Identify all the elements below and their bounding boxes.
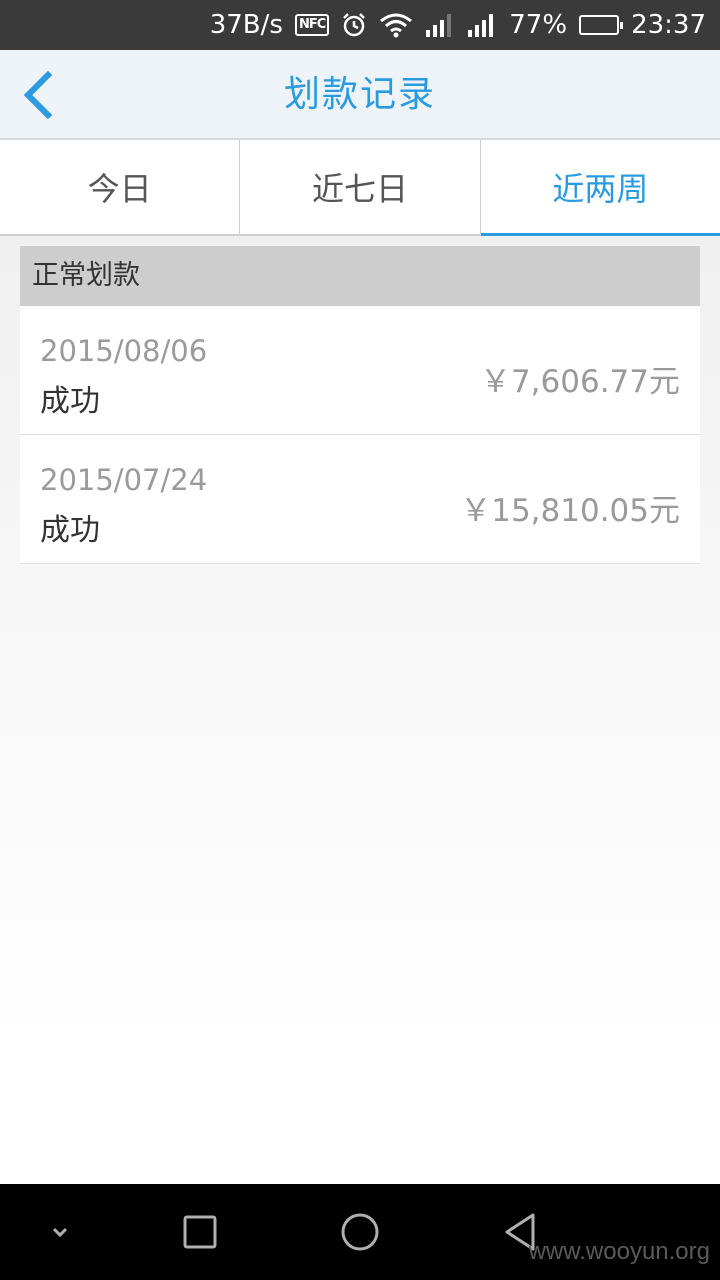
- record-amount: ￥7,606.77元: [479, 364, 680, 400]
- list-item[interactable]: 2015/08/06 成功 ￥7,606.77元: [20, 306, 700, 435]
- signal-icon: [467, 12, 497, 38]
- record-status: 成功: [40, 513, 100, 548]
- navigation-bar: www.wooyun.org: [0, 1184, 720, 1280]
- record-amount: ￥15,810.05元: [460, 493, 680, 529]
- section-header: 正常划款: [20, 246, 700, 306]
- network-speed: 37B/s: [209, 10, 283, 40]
- record-status: 成功: [40, 384, 100, 419]
- record-date: 2015/07/24: [40, 463, 208, 497]
- status-bar: 37B/s NFC 77% 23:37: [0, 0, 720, 50]
- screen: 37B/s NFC 77% 23:37 划款记录 今日 近七日 近两周 正常划款…: [0, 0, 720, 1280]
- home-button[interactable]: [336, 1208, 384, 1256]
- clock: 23:37: [631, 10, 706, 40]
- tab-today[interactable]: 今日: [0, 140, 241, 234]
- content-area: 正常划款 2015/08/06 成功 ￥7,606.77元 2015/07/24…: [0, 236, 720, 1184]
- alarm-icon: [341, 12, 367, 38]
- recent-apps-button[interactable]: [176, 1208, 224, 1256]
- battery-percent: 77%: [509, 10, 568, 40]
- transfer-section: 正常划款 2015/08/06 成功 ￥7,606.77元 2015/07/24…: [20, 246, 700, 564]
- watermark: www.wooyun.org: [528, 1238, 710, 1265]
- list-item[interactable]: 2015/07/24 成功 ￥15,810.05元: [20, 435, 700, 564]
- wifi-icon: [379, 12, 413, 38]
- back-button[interactable]: [12, 68, 62, 122]
- record-date: 2015/08/06: [40, 334, 208, 368]
- page-title: 划款记录: [283, 74, 436, 115]
- chevron-left-icon: [23, 71, 53, 119]
- circle-icon: [341, 1213, 379, 1251]
- square-icon: [183, 1215, 217, 1249]
- hide-nav-button[interactable]: [36, 1208, 84, 1256]
- battery-icon: [579, 15, 624, 35]
- chevron-down-icon: [52, 1227, 68, 1238]
- date-range-tabs: 今日 近七日 近两周: [0, 140, 720, 236]
- title-bar: 划款记录: [0, 50, 720, 140]
- signal-icon: [425, 12, 455, 38]
- nfc-icon: NFC: [294, 14, 330, 36]
- tab-last-2-weeks[interactable]: 近两周: [480, 140, 720, 236]
- tab-last-7-days[interactable]: 近七日: [240, 140, 481, 234]
